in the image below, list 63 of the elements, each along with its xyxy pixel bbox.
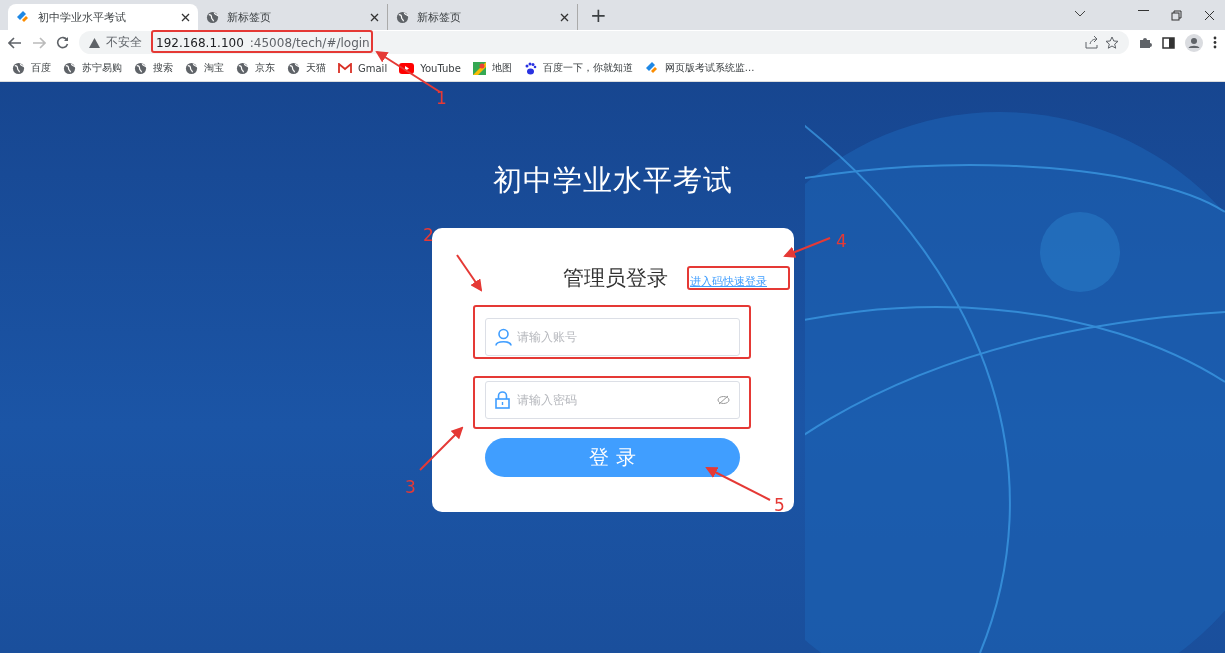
warning-icon: [89, 37, 100, 48]
annotation-arrow: [783, 237, 831, 258]
bookmark[interactable]: 百度: [12, 61, 51, 75]
globe-icon: [396, 10, 409, 24]
bookmark[interactable]: 天猫: [287, 61, 326, 75]
close-icon[interactable]: [560, 12, 569, 22]
app-logo-icon: [16, 10, 30, 24]
annotation-number: 3: [405, 477, 416, 497]
new-tab-button[interactable]: +: [590, 5, 607, 25]
address-bar[interactable]: 不安全 192.168.1.100 :45008/tech/#/login: [79, 31, 1129, 54]
annotation-number: 2: [423, 225, 434, 245]
browser-tab[interactable]: 初中学业水平考试: [8, 4, 198, 30]
bookmark[interactable]: 苏宁易购: [63, 61, 122, 75]
user-icon: [495, 328, 512, 346]
bookmark[interactable]: Gmail: [338, 62, 388, 74]
annotation-number: 1: [436, 88, 447, 108]
profile-icon[interactable]: [1185, 33, 1203, 52]
account-field[interactable]: 请输入账号: [485, 318, 740, 356]
annotation-arrow: [419, 426, 464, 471]
login-heading: 管理员登录: [563, 265, 668, 292]
play-icon: [399, 62, 415, 74]
star-icon[interactable]: [1105, 35, 1119, 50]
bookmark[interactable]: 百度一下，你就知道: [523, 61, 633, 75]
globe-icon: [63, 61, 76, 75]
url-host: 192.168.1.100: [156, 35, 244, 50]
close-icon[interactable]: [181, 12, 190, 22]
mail-icon: [338, 62, 352, 74]
bookmark[interactable]: YouTube: [399, 62, 461, 74]
eye-off-icon[interactable]: [717, 395, 730, 405]
annotation-arrow: [705, 467, 771, 501]
close-icon[interactable]: [370, 12, 379, 22]
paw-icon: [523, 61, 537, 75]
chevron-down-icon[interactable]: [1074, 9, 1086, 18]
annotation-arrow: [456, 254, 483, 292]
menu-icon[interactable]: [1213, 36, 1217, 49]
close-icon[interactable]: [1204, 9, 1215, 21]
minimize-icon[interactable]: [1138, 9, 1149, 12]
bookmark[interactable]: 地图: [472, 61, 512, 75]
bookmark[interactable]: 京东: [236, 61, 275, 75]
lock-icon: [495, 391, 510, 409]
url-path: :45008/tech/#/login: [249, 35, 370, 50]
globe-icon: [287, 61, 300, 75]
annotation-number: 5: [774, 495, 785, 515]
map-icon: [472, 61, 486, 75]
bookmark[interactable]: 搜索: [134, 61, 173, 75]
globe-icon: [236, 61, 249, 75]
page-title: 初中学业水平考试: [492, 162, 733, 198]
security-label: 不安全: [106, 34, 142, 51]
app-logo-icon: [644, 61, 659, 75]
bookmark[interactable]: 网页版考试系统监...: [644, 61, 755, 75]
restore-icon[interactable]: [1171, 9, 1182, 21]
globe-icon: [134, 61, 147, 75]
globe-icon: [206, 10, 219, 24]
globe-icon: [12, 61, 25, 75]
sidebar-icon[interactable]: [1162, 36, 1175, 49]
reload-icon[interactable]: [56, 36, 69, 49]
password-field[interactable]: 请输入密码: [485, 381, 740, 419]
back-arrow-icon[interactable]: [8, 36, 22, 49]
puzzle-icon[interactable]: [1139, 36, 1152, 49]
globe-icon: [185, 61, 198, 75]
bookmark[interactable]: 淘宝: [185, 61, 224, 75]
share-icon[interactable]: [1085, 36, 1099, 49]
annotation-number: 4: [836, 231, 847, 251]
